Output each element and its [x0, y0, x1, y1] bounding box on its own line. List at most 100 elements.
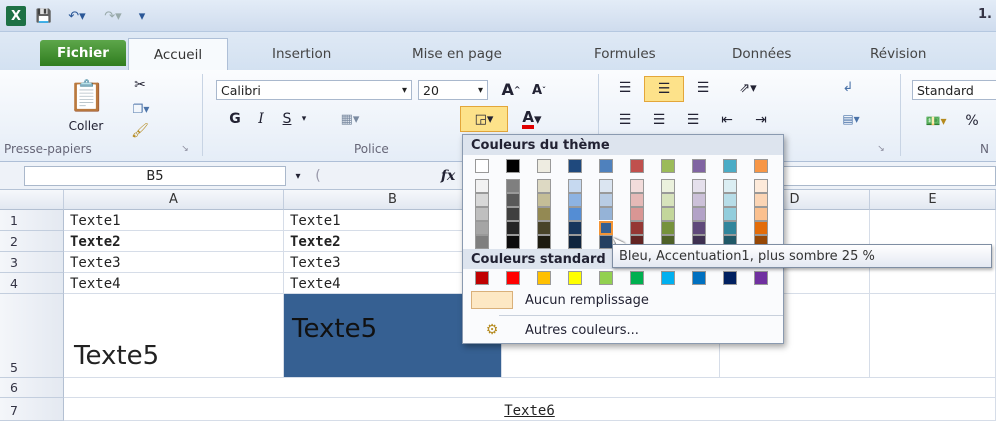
italic-button[interactable]: I	[250, 108, 272, 130]
column-header-a[interactable]: A	[64, 190, 284, 210]
row-header-7[interactable]: 7	[0, 398, 64, 421]
row-header-3[interactable]: 3	[0, 252, 64, 273]
theme-shade-swatch[interactable]	[630, 179, 644, 193]
tab-insert[interactable]: Insertion	[272, 41, 331, 67]
theme-shade-swatch[interactable]	[692, 207, 706, 221]
bold-button[interactable]: G	[224, 108, 246, 130]
standard-color-swatch[interactable]	[692, 271, 706, 285]
increase-indent-icon[interactable]: ⇥	[746, 110, 776, 130]
theme-color-swatch[interactable]	[754, 159, 768, 173]
align-right-icon[interactable]: ☰	[678, 110, 708, 130]
cell-e5[interactable]	[870, 294, 996, 378]
theme-shade-swatch[interactable]	[506, 179, 520, 193]
clipboard-launcher-icon[interactable]: ↘	[178, 142, 192, 156]
insert-function-button[interactable]: fx	[436, 166, 460, 186]
theme-shade-swatch[interactable]	[661, 193, 675, 207]
redo-icon[interactable]: ↷▾	[98, 6, 128, 26]
select-all-corner[interactable]	[0, 190, 64, 210]
theme-shade-swatch[interactable]	[475, 207, 489, 221]
theme-shade-swatch[interactable]	[661, 207, 675, 221]
theme-shade-swatch[interactable]	[630, 221, 644, 235]
standard-color-swatch[interactable]	[630, 271, 644, 285]
merge-center-icon[interactable]: ▤▾	[830, 108, 872, 130]
theme-shade-swatch[interactable]	[568, 179, 582, 193]
alignment-launcher-icon[interactable]: ↘	[874, 142, 888, 156]
tab-home[interactable]: Accueil	[128, 38, 228, 71]
standard-color-swatch[interactable]	[506, 271, 520, 285]
theme-shade-swatch[interactable]	[630, 207, 644, 221]
theme-shade-swatch[interactable]	[692, 221, 706, 235]
align-center-icon[interactable]: ☰	[644, 110, 674, 130]
standard-color-swatch[interactable]	[537, 271, 551, 285]
theme-shade-swatch[interactable]	[661, 221, 675, 235]
copy-icon[interactable]: ❐▾	[126, 100, 156, 118]
theme-shade-swatch[interactable]	[506, 207, 520, 221]
row-header-5[interactable]: 5	[0, 294, 64, 378]
cell-a5[interactable]: Texte5	[64, 294, 284, 378]
standard-color-swatch[interactable]	[661, 271, 675, 285]
theme-shade-swatch[interactable]	[661, 179, 675, 193]
tab-file[interactable]: Fichier	[40, 40, 126, 66]
font-name-select[interactable]: Calibri ▾	[216, 80, 412, 100]
fill-color-button[interactable]: ◲▾	[460, 106, 508, 132]
align-left-icon[interactable]: ☰	[610, 110, 640, 130]
wrap-text-icon[interactable]: ↲	[836, 76, 860, 98]
standard-color-swatch[interactable]	[754, 271, 768, 285]
standard-color-swatch[interactable]	[599, 271, 613, 285]
row-6-cells[interactable]	[64, 378, 996, 398]
theme-color-swatch[interactable]	[723, 159, 737, 173]
theme-shade-swatch[interactable]	[754, 179, 768, 193]
decrease-indent-icon[interactable]: ⇤	[712, 110, 742, 130]
theme-shade-swatch[interactable]	[568, 221, 582, 235]
theme-shade-swatch[interactable]	[506, 193, 520, 207]
theme-shade-swatch[interactable]	[692, 193, 706, 207]
row-header-2[interactable]: 2	[0, 231, 64, 252]
align-bottom-icon[interactable]: ☰	[688, 78, 718, 98]
theme-shade-swatch[interactable]	[598, 220, 614, 236]
theme-shade-swatch[interactable]	[537, 235, 551, 249]
underline-button[interactable]: S	[276, 108, 298, 130]
standard-color-swatch[interactable]	[475, 271, 489, 285]
theme-shade-swatch[interactable]	[599, 235, 613, 249]
shrink-font-icon[interactable]: Aˇ	[528, 80, 550, 100]
theme-color-swatch[interactable]	[599, 159, 613, 173]
save-icon[interactable]: 💾	[34, 6, 54, 26]
theme-color-swatch[interactable]	[537, 159, 551, 173]
theme-shade-swatch[interactable]	[754, 193, 768, 207]
grow-font-icon[interactable]: A ^	[500, 78, 522, 100]
name-box-dropdown-icon[interactable]: ▾	[290, 166, 306, 186]
align-middle-icon[interactable]: ☰	[644, 76, 684, 102]
theme-color-swatch[interactable]	[506, 159, 520, 173]
theme-shade-swatch[interactable]	[599, 193, 613, 207]
font-color-button[interactable]: A ▾	[512, 106, 552, 132]
cell-b7-merged[interactable]: Texte6	[64, 398, 996, 421]
theme-shade-swatch[interactable]	[537, 221, 551, 235]
percent-icon[interactable]: %	[960, 110, 984, 132]
borders-icon[interactable]: ▦▾	[330, 108, 370, 130]
more-colors-menu-item[interactable]: ⚙ Autres couleurs...	[463, 317, 783, 343]
formula-input[interactable]	[780, 166, 996, 186]
underline-dropdown-icon[interactable]: ▾	[296, 108, 312, 130]
theme-shade-swatch[interactable]	[475, 221, 489, 235]
theme-shade-swatch[interactable]	[506, 235, 520, 249]
theme-color-swatch[interactable]	[568, 159, 582, 173]
orientation-icon[interactable]: ⇗▾	[730, 78, 766, 98]
tab-page-layout[interactable]: Mise en page	[412, 41, 502, 67]
tab-data[interactable]: Données	[732, 41, 791, 67]
theme-shade-swatch[interactable]	[754, 207, 768, 221]
theme-color-swatch[interactable]	[692, 159, 706, 173]
theme-shade-swatch[interactable]	[723, 193, 737, 207]
tab-review[interactable]: Révision	[870, 41, 926, 67]
theme-shade-swatch[interactable]	[568, 207, 582, 221]
theme-shade-swatch[interactable]	[537, 207, 551, 221]
theme-shade-swatch[interactable]	[754, 221, 768, 235]
cut-icon[interactable]: ✂	[128, 76, 152, 94]
row-header-1[interactable]: 1	[0, 210, 64, 231]
excel-logo-icon[interactable]: X	[6, 6, 26, 26]
theme-shade-swatch[interactable]	[723, 179, 737, 193]
format-painter-icon[interactable]: 🖌	[128, 122, 152, 140]
theme-shade-swatch[interactable]	[630, 193, 644, 207]
theme-shade-swatch[interactable]	[599, 207, 613, 221]
theme-shade-swatch[interactable]	[506, 221, 520, 235]
number-format-select[interactable]: Standard	[912, 80, 996, 100]
